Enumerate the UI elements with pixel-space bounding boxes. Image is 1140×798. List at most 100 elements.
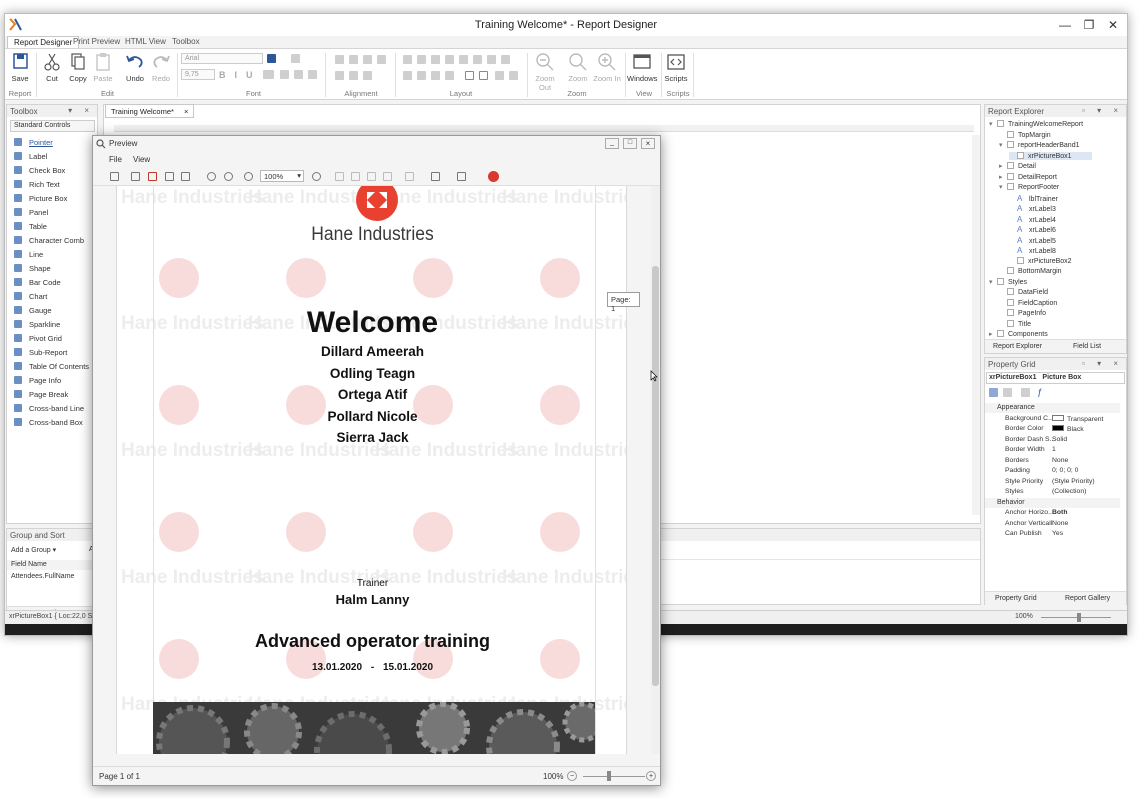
property-row[interactable]: Border Dash S... Solid	[985, 435, 1120, 445]
property-category[interactable]: Behavior	[985, 497, 1120, 508]
center-vertically-icon[interactable]	[479, 71, 488, 80]
copy-button[interactable]: Copy	[66, 52, 90, 83]
property-row[interactable]: Anchor Verticall None	[985, 519, 1120, 529]
align-middle-icon[interactable]	[363, 55, 372, 64]
send-email-icon[interactable]	[457, 172, 466, 181]
tree-node[interactable]: ▾ TrainingWelcomeReport	[989, 120, 1083, 128]
zoom-button[interactable]: Zoom	[566, 52, 590, 83]
tree-node[interactable]: ▾ Styles	[989, 277, 1027, 286]
vspace-remove-icon[interactable]	[445, 71, 454, 80]
tab-property-grid[interactable]: Property Grid	[995, 595, 1037, 602]
backcolor-icon[interactable]	[291, 54, 300, 63]
tree-toggle-icon[interactable]: ▸	[999, 162, 1007, 170]
minimize-button[interactable]: —	[1057, 17, 1073, 33]
font-size-select[interactable]: 9,75	[181, 69, 215, 80]
restore-button[interactable]: ❐	[1081, 17, 1097, 33]
tree-node[interactable]: Title	[999, 319, 1031, 328]
close-button[interactable]: ✕	[1105, 17, 1121, 33]
multiple-pages-icon[interactable]	[405, 172, 414, 181]
vspace-icon[interactable]	[403, 71, 412, 80]
justify-right-icon[interactable]	[363, 71, 372, 80]
design-scrollbar[interactable]	[972, 135, 980, 515]
hspace-remove-icon[interactable]	[501, 55, 510, 64]
tree-node[interactable]: ▾ reportHeaderBand1	[999, 141, 1080, 149]
panel-buttons[interactable]: ▫ ▾ ×	[1082, 359, 1123, 368]
tree-node[interactable]: BottomMargin	[999, 267, 1062, 275]
zoom-out-status-button[interactable]: −	[567, 771, 577, 781]
tree-node[interactable]: ▸ Components	[989, 330, 1048, 338]
panel-buttons[interactable]: ▫ ▾ ×	[1082, 106, 1123, 115]
align-top-icon[interactable]	[349, 55, 358, 64]
property-row[interactable]: Can Publish Yes	[985, 529, 1120, 539]
send-to-back-icon[interactable]	[509, 71, 518, 80]
tree-toggle-icon[interactable]: ▸	[989, 330, 997, 338]
redo-button[interactable]: Redo	[149, 52, 173, 83]
property-category[interactable]: Appearance	[985, 403, 1120, 413]
center-horizontally-icon[interactable]	[465, 71, 474, 80]
zoom-in-status-button[interactable]: +	[646, 771, 656, 781]
menu-file[interactable]: File	[109, 155, 122, 164]
tab-field-list[interactable]: Field List	[1073, 343, 1101, 350]
tree-node[interactable]: AlblTrainer	[1009, 194, 1058, 203]
close-preview-icon[interactable]	[488, 171, 499, 182]
align-grid-icon[interactable]	[335, 55, 344, 64]
windows-button[interactable]: Windows	[627, 52, 657, 83]
size-to-grid-icon[interactable]	[403, 55, 412, 64]
tab-report-explorer[interactable]: Report Explorer	[993, 343, 1042, 350]
same-size-icon[interactable]	[445, 55, 454, 64]
tree-node[interactable]: AxrLabel4	[1009, 215, 1056, 224]
properties-icon[interactable]	[1021, 388, 1030, 397]
undo-button[interactable]: Undo	[123, 52, 147, 83]
preview-maximize-button[interactable]: □	[623, 138, 637, 149]
preview-zoom-thumb[interactable]	[607, 771, 611, 781]
preview-zoom-slider[interactable]	[583, 776, 645, 777]
paste-button[interactable]: Paste	[91, 52, 115, 83]
categorized-icon[interactable]	[989, 388, 998, 397]
last-page-icon[interactable]	[383, 172, 392, 181]
tab-toolbox[interactable]: Toolbox	[166, 36, 206, 48]
font-name-select[interactable]: Arial	[181, 53, 263, 64]
tree-node[interactable]: xrPictureBox1	[1009, 151, 1092, 160]
property-row[interactable]: Background C... Transparent	[985, 414, 1120, 424]
tree-node[interactable]: ▾ ReportFooter	[999, 183, 1059, 191]
align-center-icon[interactable]	[294, 70, 303, 79]
tree-node[interactable]: FieldCaption	[999, 298, 1057, 307]
toolbox-category[interactable]: Standard Controls	[10, 120, 95, 132]
document-map-icon[interactable]	[110, 172, 119, 181]
zoom-slider-thumb[interactable]	[1077, 613, 1081, 622]
tree-node[interactable]: AxrLabel8	[1009, 246, 1056, 255]
zoom-out-preview-icon[interactable]	[244, 172, 253, 181]
zoom-out-button[interactable]: Zoom Out	[530, 52, 560, 92]
tree-toggle-icon[interactable]: ▸	[999, 173, 1007, 181]
justify-left-icon[interactable]	[335, 71, 344, 80]
preview-scrollbar-thumb[interactable]	[652, 266, 659, 686]
zoom-in-button[interactable]: Zoom In	[593, 52, 621, 83]
tree-node[interactable]: xrPictureBox2	[1009, 256, 1072, 265]
align-left-icon[interactable]	[280, 70, 289, 79]
magnifier-icon[interactable]	[224, 172, 233, 181]
property-row[interactable]: Style Priority (Style Priority)	[985, 477, 1120, 487]
vspace-increase-icon[interactable]	[417, 71, 426, 80]
property-row[interactable]: Border Color Black	[985, 424, 1120, 434]
tree-toggle-icon[interactable]: ▾	[999, 141, 1007, 149]
hand-tool-icon[interactable]	[207, 172, 216, 181]
tree-node[interactable]: AxrLabel3	[1009, 204, 1056, 213]
hspace-increase-icon[interactable]	[473, 55, 482, 64]
tree-node[interactable]: AxrLabel5	[1009, 236, 1056, 245]
tree-node[interactable]: TopMargin	[999, 130, 1051, 139]
previous-page-icon[interactable]	[351, 172, 360, 181]
selected-component-select[interactable]: xrPictureBox1 Picture Box	[986, 372, 1125, 384]
preview-zoom-select[interactable]: 100% ▾	[260, 170, 304, 182]
menu-view[interactable]: View	[133, 155, 150, 164]
zoom-in-preview-icon[interactable]	[312, 172, 321, 181]
hspace-icon[interactable]	[459, 55, 468, 64]
events-icon[interactable]: ƒ	[1037, 387, 1042, 397]
group-field-row[interactable]: Attendees.FullName	[7, 572, 97, 582]
panel-buttons[interactable]: ▾ ×	[68, 106, 94, 115]
save-button[interactable]: Save	[8, 52, 32, 83]
first-page-icon[interactable]	[335, 172, 344, 181]
cut-button[interactable]: Cut	[40, 52, 64, 83]
property-row[interactable]: Padding 0; 0; 0; 0	[985, 466, 1120, 476]
tree-node[interactable]: DataField	[999, 288, 1048, 296]
page-setup-icon[interactable]	[165, 172, 174, 181]
